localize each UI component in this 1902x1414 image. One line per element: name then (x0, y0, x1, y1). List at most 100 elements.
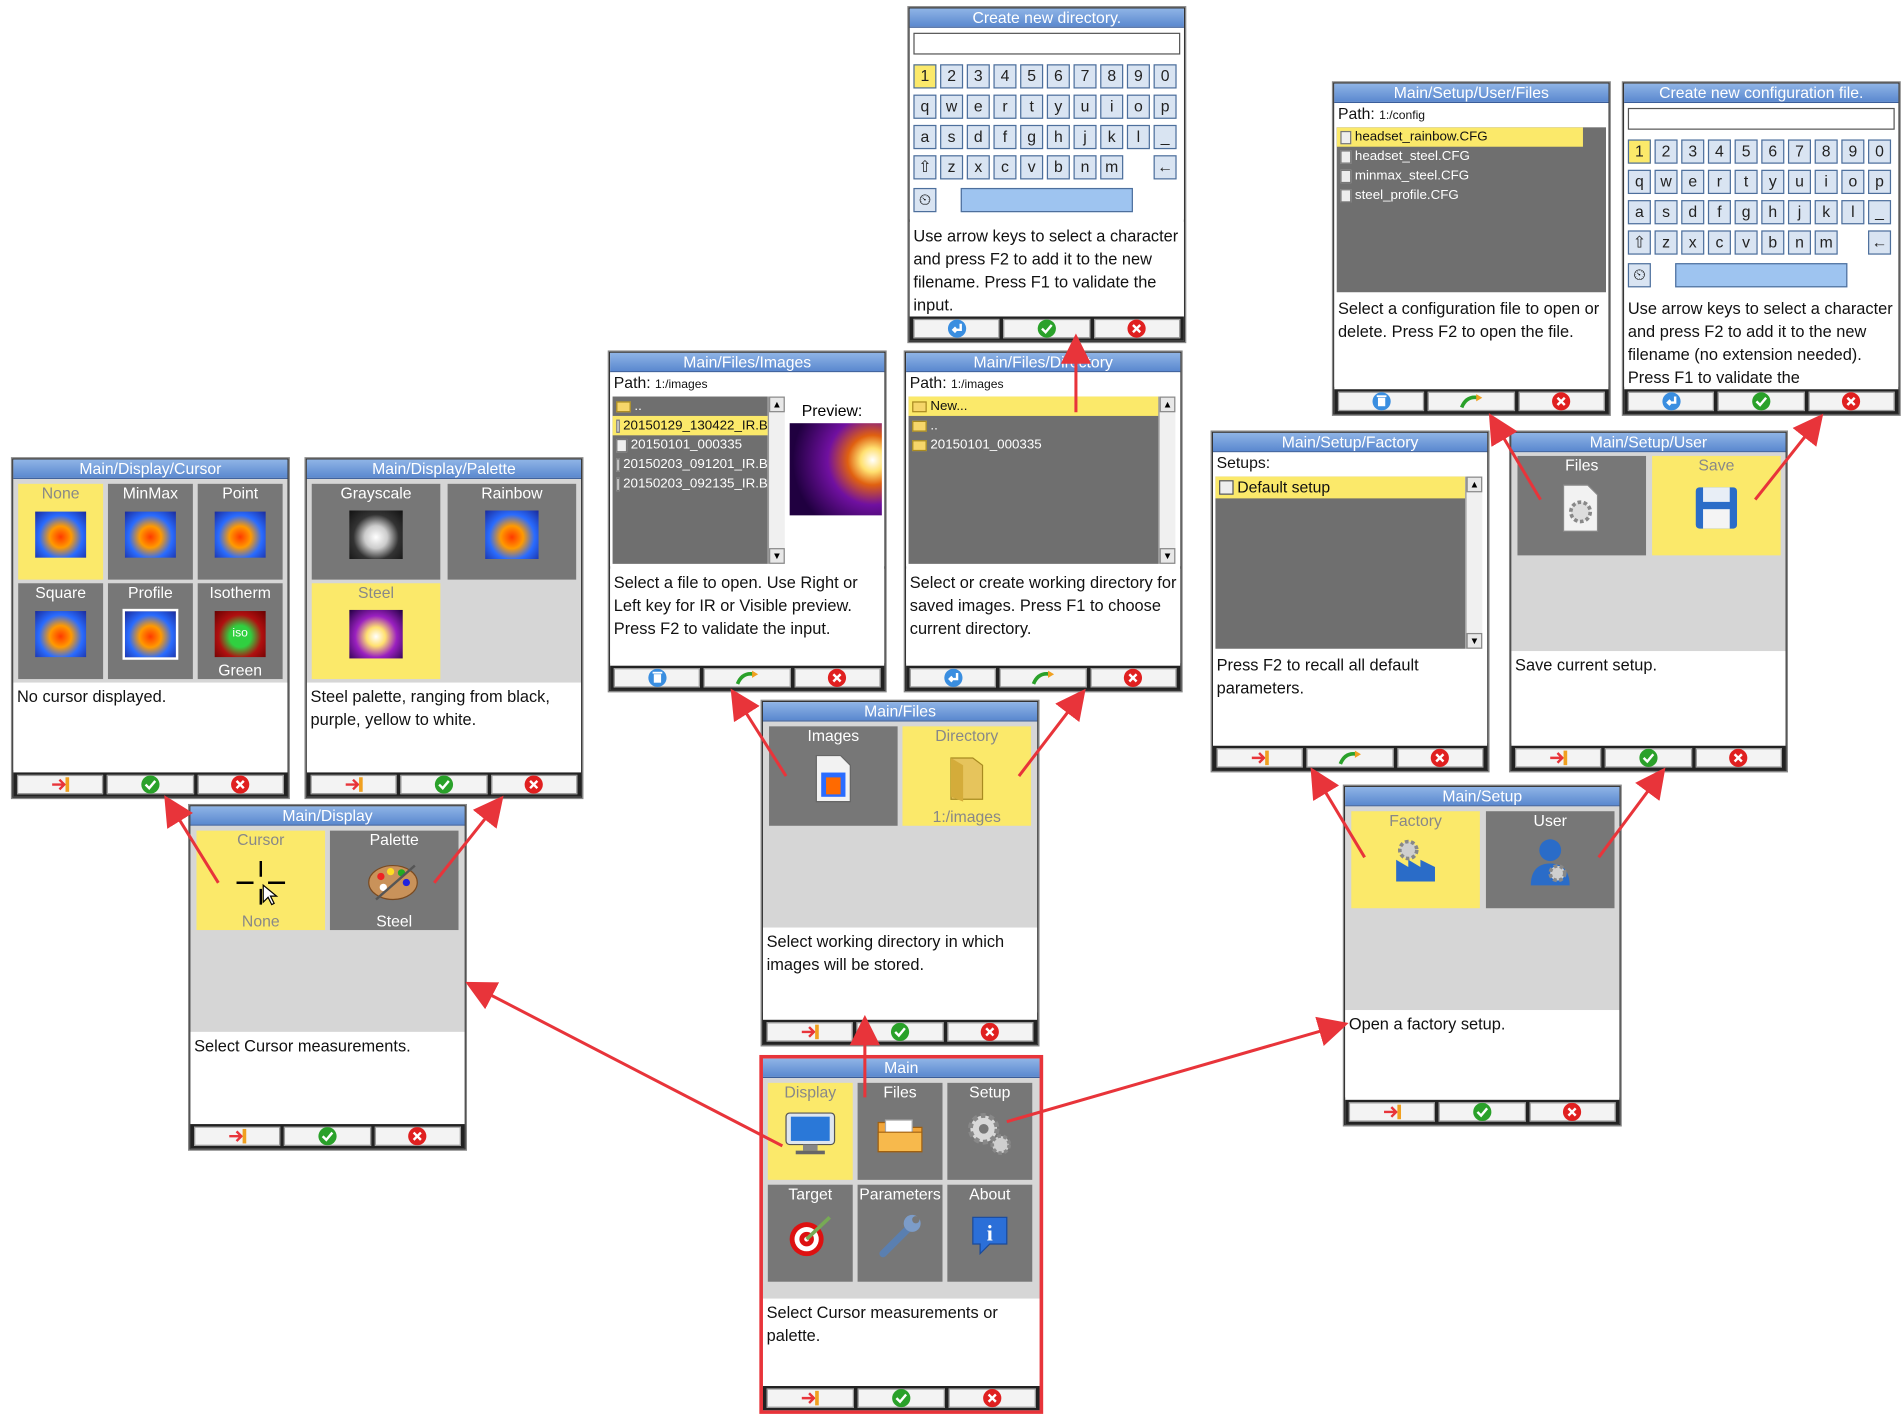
keyboard-key[interactable]: b (1046, 155, 1070, 180)
scrollbar[interactable]: ▲ ▼ (767, 396, 785, 564)
keyboard-key[interactable]: j (1073, 124, 1097, 150)
scrollbar[interactable]: ▲ ▼ (1158, 396, 1176, 564)
exit-button[interactable] (194, 1126, 281, 1146)
keyboard-key[interactable]: l (1841, 200, 1865, 225)
keyboard-key[interactable]: e (966, 94, 990, 119)
keyboard-key[interactable]: s (940, 124, 964, 150)
keyboard-key[interactable]: 7 (1787, 139, 1812, 164)
tile-display[interactable]: Display (767, 1082, 853, 1180)
keyboard-key[interactable]: q (913, 94, 937, 119)
keyboard-key[interactable]: b (1761, 230, 1785, 255)
keyboard-key[interactable]: 7 (1073, 64, 1097, 89)
tile-palette-rainbow[interactable]: Rainbow (447, 483, 577, 580)
keyboard-key[interactable]: _ (1153, 124, 1177, 150)
keyboard-key[interactable]: 0 (1153, 64, 1177, 89)
keyboard-key[interactable]: o (1841, 169, 1865, 195)
exit-button[interactable] (16, 774, 104, 795)
keyboard-key[interactable]: 6 (1046, 64, 1070, 89)
keyboard-key[interactable]: x (1681, 230, 1705, 255)
list-item[interactable]: New... (908, 396, 1159, 416)
keyboard-key[interactable]: 5 (1020, 64, 1044, 89)
tile-cursor-isotherm[interactable]: Isotherm iso Green (197, 583, 283, 680)
keyboard-key[interactable]: i (1814, 169, 1838, 195)
cancel-button[interactable] (948, 1388, 1036, 1408)
open-button[interactable] (1306, 748, 1394, 768)
keyboard-key[interactable]: 1 (1627, 139, 1651, 164)
keyboard-key[interactable]: d (966, 124, 990, 150)
keyboard-key[interactable]: h (1761, 200, 1785, 225)
exit-button[interactable] (766, 1022, 854, 1042)
list-item[interactable]: 20150129_130422_IR.B (612, 415, 768, 436)
tile-palette-grayscale[interactable]: Grayscale (311, 483, 441, 580)
keyboard-key[interactable]: n (1073, 155, 1097, 180)
tile-setup[interactable]: Setup (947, 1082, 1033, 1180)
tile-palette[interactable]: Palette Steel (329, 830, 459, 931)
keyboard-key[interactable]: h (1046, 124, 1070, 150)
tile-cursor-minmax[interactable]: MinMax (107, 483, 193, 580)
keyboard-key[interactable]: a (1627, 200, 1651, 225)
keyboard-key[interactable]: 2 (940, 64, 964, 89)
keyboard-key[interactable]: 0 (1868, 139, 1892, 164)
keyboard-key[interactable]: w (1654, 169, 1678, 195)
ok-button[interactable] (107, 774, 194, 795)
keyboard-key[interactable]: e (1681, 169, 1705, 195)
ok-button[interactable] (1439, 1102, 1526, 1122)
keyboard-key[interactable]: _ (1868, 200, 1892, 225)
keyboard-key[interactable]: q (1627, 169, 1651, 195)
tile-cursor-profile[interactable]: Profile (107, 583, 193, 680)
tile-cursor[interactable]: Cursor None (196, 830, 326, 931)
exit-button[interactable] (1515, 748, 1602, 768)
tile-user-files[interactable]: Files (1517, 455, 1647, 556)
setup-list[interactable]: Default setup (1215, 476, 1466, 649)
tile-images[interactable]: Images (769, 726, 898, 826)
keyboard-key[interactable]: r (1707, 169, 1731, 195)
cancel-button[interactable] (374, 1126, 461, 1146)
keyboard-key[interactable]: v (1020, 155, 1044, 180)
keyboard-key[interactable]: p (1868, 169, 1892, 195)
list-item[interactable]: 20150101_000335 (909, 435, 1159, 454)
cancel-button[interactable] (1093, 318, 1181, 339)
keyboard-key[interactable]: r (993, 94, 1017, 119)
open-button[interactable] (1428, 391, 1515, 412)
tile-files[interactable]: Files (857, 1082, 943, 1180)
keyboard-key[interactable]: f (993, 124, 1017, 150)
list-item[interactable]: 20150101_000335 (613, 435, 768, 454)
keyboard-key[interactable]: l (1126, 124, 1150, 150)
exit-button[interactable] (1348, 1102, 1436, 1122)
keyboard-key[interactable]: ← (1153, 155, 1177, 180)
cancel-button[interactable] (1090, 668, 1177, 688)
keyboard-key[interactable]: 4 (993, 64, 1017, 89)
keyboard-key[interactable]: i (1100, 94, 1124, 119)
keyboard-key[interactable]: y (1761, 169, 1785, 195)
exit-button[interactable] (310, 774, 398, 795)
cancel-button[interactable] (946, 1022, 1034, 1042)
keyboard-key[interactable]: u (1787, 169, 1812, 195)
list-item[interactable]: .. (613, 397, 768, 416)
keyboard-key[interactable]: u (1073, 94, 1097, 119)
scroll-down-icon[interactable]: ▼ (1159, 548, 1176, 564)
scroll-down-icon[interactable]: ▼ (769, 548, 785, 564)
ok-button[interactable] (856, 1022, 944, 1042)
ok-button[interactable] (1003, 318, 1091, 339)
keyboard-key[interactable]: d (1681, 200, 1705, 225)
keyboard-key[interactable]: z (1654, 230, 1678, 255)
keyboard-key[interactable]: s (1654, 200, 1678, 225)
scroll-down-icon[interactable]: ▼ (1466, 632, 1483, 649)
delete-button[interactable] (613, 668, 701, 688)
keyboard-key[interactable]: k (1814, 200, 1838, 225)
tile-about[interactable]: About i (947, 1184, 1033, 1282)
cancel-button[interactable] (197, 774, 284, 795)
keyboard-key[interactable]: m (1100, 155, 1124, 180)
keyboard-key[interactable]: z (940, 155, 964, 180)
keyboard-key[interactable]: x (966, 155, 990, 180)
ok-button[interactable] (284, 1126, 371, 1146)
list-item[interactable]: steel_profile.CFG (1337, 186, 1606, 205)
cancel-button[interactable] (1808, 391, 1895, 412)
keyboard-key[interactable]: 3 (1681, 139, 1705, 164)
keyboard-key[interactable]: t (1734, 169, 1758, 195)
keyboard-key[interactable]: f (1707, 200, 1731, 225)
file-list[interactable]: .. 20150129_130422_IR.B 20150101_000335 … (612, 396, 768, 564)
enter-button[interactable] (1627, 391, 1715, 412)
tile-target[interactable]: Target (767, 1184, 853, 1282)
filename-input[interactable] (913, 32, 1181, 55)
